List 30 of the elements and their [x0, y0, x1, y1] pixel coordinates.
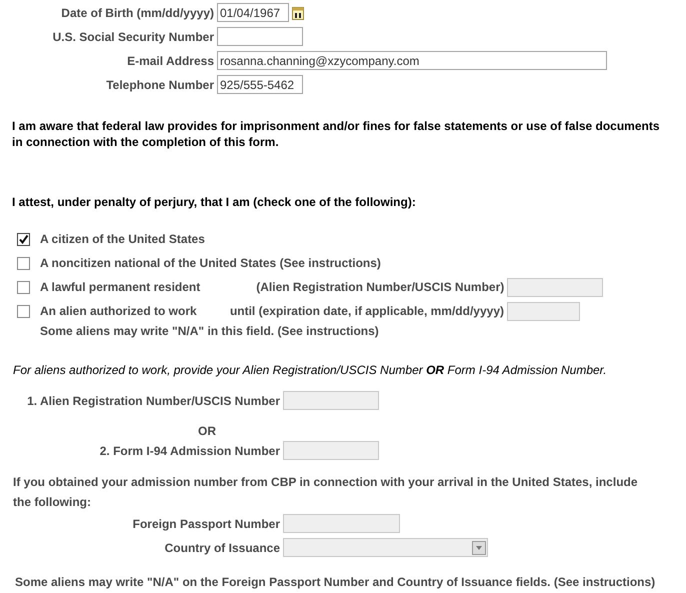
checkbox[interactable]	[17, 304, 30, 318]
option-label[interactable]: An alien authorized to work	[40, 304, 200, 318]
option-label[interactable]: A citizen of the United States	[40, 232, 205, 246]
instruction-text: For aliens authorized to work, provide your Alien Registration/USCIS Number OR Form I-94 Admission Number.	[12, 363, 608, 377]
input-field[interactable]: 01/04/1967	[217, 3, 289, 22]
field-label: 1. Alien Registration Number/USCIS Number	[26, 394, 280, 408]
checkbox[interactable]	[17, 232, 30, 246]
calendar-icon[interactable]	[292, 6, 304, 20]
option-label[interactable]: A noncitizen national of the United States (See instructions)	[40, 256, 381, 270]
attest-prompt: I attest, under penalty of perjury, that I am (check one of the following):	[11, 194, 417, 210]
field-label: Telephone Number	[105, 78, 214, 92]
note-text: Some aliens may write "N/A" on the Foreign Passport Number and Country of Issuance fields. (See instructions)	[14, 575, 656, 589]
separator-label: OR	[197, 424, 217, 438]
warning-text: I am aware that federal law provides for imprisonment and/or fines for false statements or use of false documents in connection with the completion of this form.	[11, 118, 661, 150]
cbp-text: If you obtained your admission number from CBP in connection with your arrival in the United States, include the following:	[12, 474, 639, 511]
field-label: until (expiration date, if applicable, mm/dd/yyyy)	[228, 304, 504, 318]
field-label: Foreign Passport Number	[132, 516, 280, 530]
field-label: (Alien Registration Number/USCIS Number)	[255, 280, 504, 294]
field-label: Date of Birth (mm/dd/yyyy)	[60, 6, 214, 20]
field-label: E-mail Address	[126, 54, 214, 68]
checkbox[interactable]	[17, 280, 30, 294]
input-field[interactable]: rosanna.channing@xzycompany.com	[217, 51, 607, 70]
field-label: Country of Issuance	[164, 540, 280, 554]
checkbox[interactable]	[17, 256, 30, 270]
field-label: 2. Form I-94 Admission Number	[98, 444, 280, 458]
input-field[interactable]	[217, 27, 303, 46]
field-label: U.S. Social Security Number	[52, 30, 214, 44]
option-label[interactable]: A lawful permanent resident	[40, 280, 200, 294]
input-field[interactable]: 925/555-5462	[217, 75, 303, 94]
option-note: Some aliens may write "N/A" in this field. (See instructions)	[39, 323, 380, 339]
